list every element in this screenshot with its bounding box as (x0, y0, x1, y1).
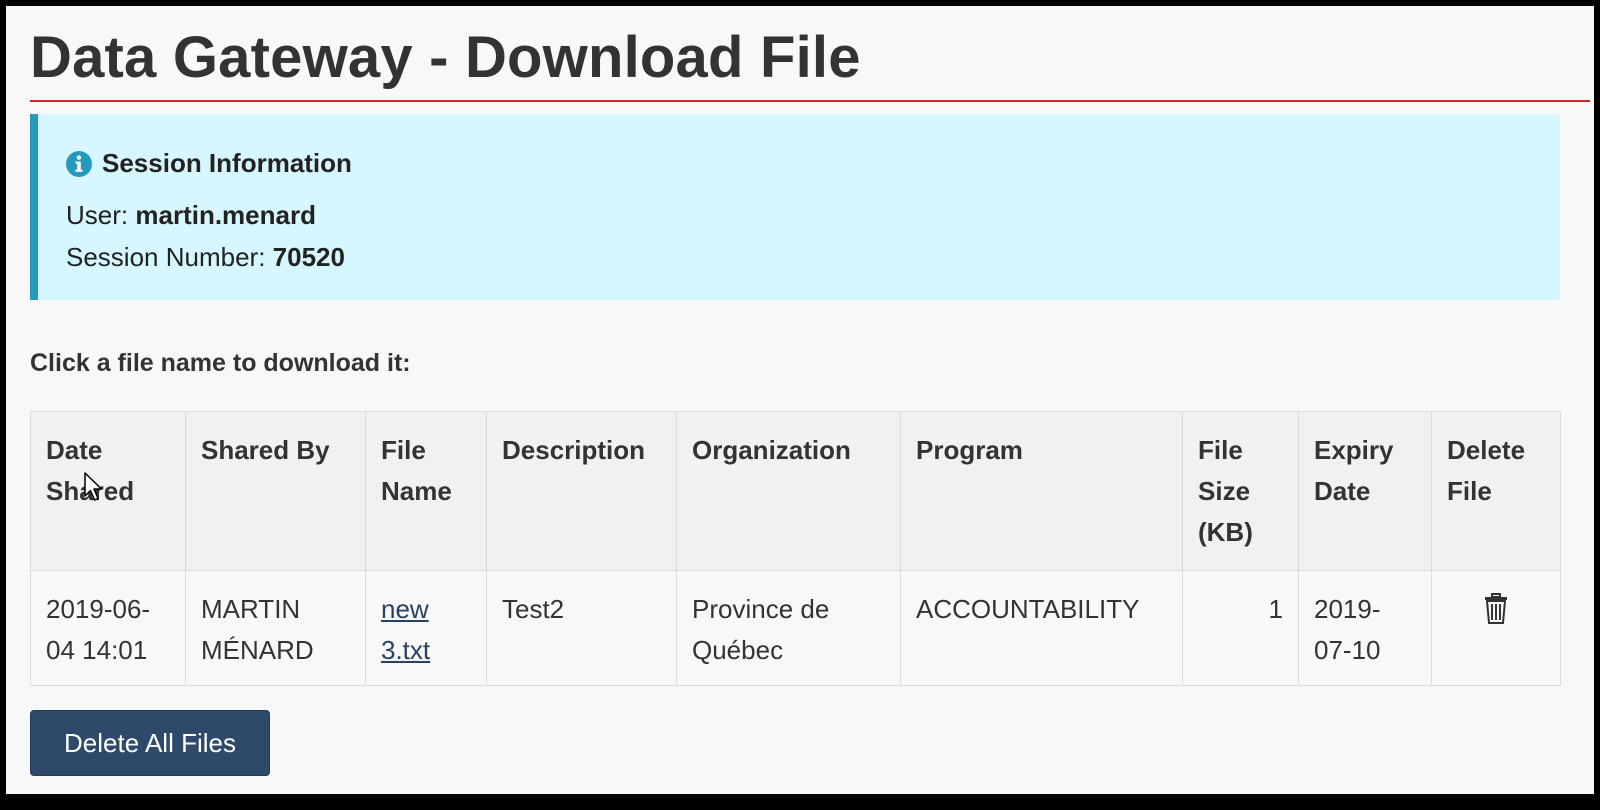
header-shared-by: Shared By (185, 411, 366, 571)
session-info-panel: Session Information User: martin.menard … (30, 114, 1560, 300)
delete-all-files-button[interactable]: Delete All Files (30, 710, 270, 776)
user-value: martin.menard (135, 200, 316, 230)
cell-file-size: 1 (1182, 570, 1299, 686)
cell-date-shared: 2019-06- 04 14:01 (30, 570, 186, 686)
table-header-row: Date Shared Shared By File Name Descriptio… (30, 411, 1561, 571)
header-organization: Organization (676, 411, 901, 571)
cell-file-name: new 3.txt (365, 570, 487, 686)
file-download-link[interactable]: new 3.txt (381, 594, 430, 665)
header-description: Description (486, 411, 677, 571)
cell-shared-by: MARTIN MÉNARD (185, 570, 366, 686)
header-file-name: File Name (365, 411, 487, 571)
download-instruction: Click a file name to download it: (30, 349, 411, 377)
session-info-title: Session Information (102, 148, 352, 178)
cell-delete-file (1431, 570, 1561, 686)
session-number-value: 70520 (272, 242, 345, 272)
info-icon (66, 150, 92, 177)
page-title: Data Gateway - Download File (30, 25, 861, 90)
cell-program: ACCOUNTABILITY (900, 570, 1183, 686)
cell-description: Test2 (486, 570, 677, 686)
table-row: 2019-06- 04 14:01 MARTIN MÉNARD new 3.txt T… (30, 570, 1561, 686)
session-number-label: Session Number: (66, 242, 266, 272)
cell-expiry-date: 2019- 07-10 (1298, 570, 1432, 686)
user-label: User: (66, 200, 129, 230)
trash-icon[interactable] (1484, 593, 1508, 625)
session-user-line: User: martin.menard (66, 200, 316, 231)
title-divider (30, 100, 1590, 102)
header-program: Program (900, 411, 1183, 571)
cell-organization: Province de Québec (676, 570, 901, 686)
header-file-size: File Size (KB) (1182, 411, 1299, 571)
header-expiry-date: Expiry Date (1298, 411, 1432, 571)
header-delete-file: Delete File (1431, 411, 1561, 571)
session-number-line: Session Number: 70520 (66, 242, 345, 273)
header-date-shared: Date Shared (30, 411, 186, 571)
page-frame: Data Gateway - Download File Session Inf… (6, 6, 1594, 794)
files-table: Date Shared Shared By File Name Descriptio… (30, 411, 1561, 686)
session-info-heading: Session Information (66, 148, 352, 179)
